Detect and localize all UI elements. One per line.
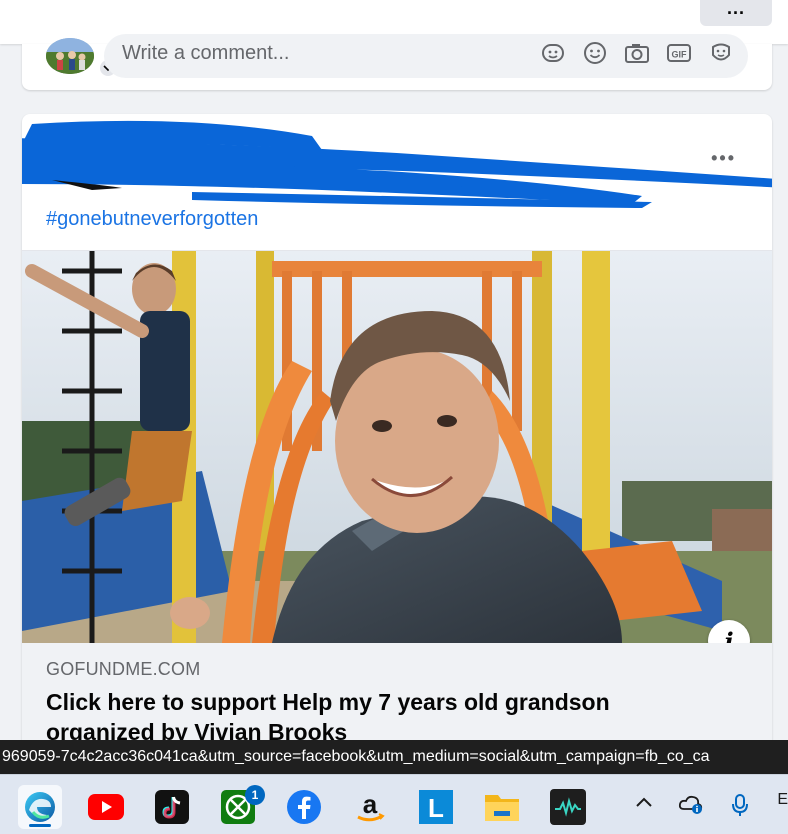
xbox-badge: 1 (245, 785, 265, 805)
post-card: ••• #gonebutneverforgotten i GOFUNDME.CO… (22, 114, 772, 754)
link-domain: GOFUNDME.COM (46, 659, 201, 679)
status-bar-url: 969059-7c4c2acc36c041ca&utm_source=faceb… (0, 740, 788, 774)
amazon-icon[interactable]: a (348, 785, 392, 829)
microphone-icon[interactable] (730, 793, 750, 817)
emoji-icon[interactable] (582, 40, 608, 66)
svg-text:L: L (428, 793, 444, 823)
taskbar: 1 a L E (0, 774, 788, 834)
l-app-icon[interactable]: L (414, 785, 458, 829)
file-explorer-icon[interactable] (480, 785, 524, 829)
sticker-icon[interactable] (540, 40, 566, 66)
audio-app-icon[interactable] (546, 785, 590, 829)
avatar-sticker-icon[interactable] (708, 40, 734, 66)
top-more-button[interactable]: ... (700, 0, 772, 26)
post-more-button[interactable]: ••• (711, 148, 736, 169)
comment-card: Write a comment... GIF (22, 34, 772, 90)
post-header: ••• (22, 114, 772, 208)
cloud-icon[interactable] (678, 793, 704, 815)
comment-input[interactable]: Write a comment... GIF (104, 34, 748, 78)
gif-icon[interactable]: GIF (666, 40, 692, 66)
link-title-line1: Click here to support Help my 7 years ol… (46, 689, 610, 715)
youtube-icon[interactable] (84, 785, 128, 829)
active-indicator (29, 824, 51, 827)
post-photo[interactable] (22, 251, 772, 643)
link-title[interactable]: Click here to support Help my 7 years ol… (46, 687, 736, 747)
facebook-icon[interactable] (282, 785, 326, 829)
svg-text:GIF: GIF (672, 50, 688, 60)
comment-placeholder: Write a comment... (122, 42, 290, 64)
redaction-scribble (22, 120, 772, 208)
link-preview[interactable]: GOFUNDME.COM Click here to support Help … (22, 643, 772, 754)
chevron-up-icon[interactable] (634, 793, 654, 813)
hashtag-link[interactable]: #gonebutneverforgotten (46, 208, 258, 231)
tiktok-icon[interactable] (150, 785, 194, 829)
edge-icon[interactable] (18, 785, 62, 829)
avatar[interactable] (46, 38, 94, 74)
camera-icon[interactable] (624, 40, 650, 66)
tray-language-indicator[interactable]: E (777, 791, 788, 809)
svg-text:a: a (363, 789, 378, 819)
